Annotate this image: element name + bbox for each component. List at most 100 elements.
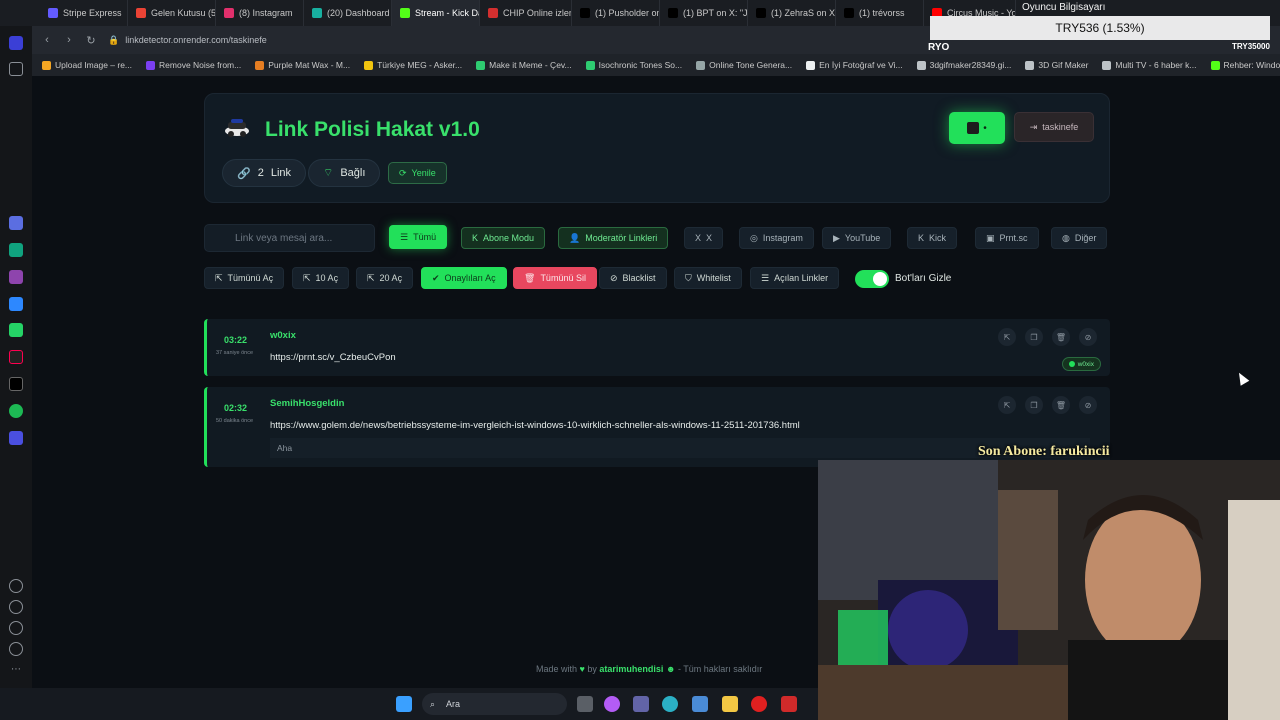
windows-start-icon[interactable] [396,696,412,712]
opened-links-label: Açılan Linkler [774,273,829,283]
delete-link-button[interactable]: 🗑 [1052,328,1070,346]
bookmark-item[interactable]: 3D Gif Maker [1025,60,1088,70]
filter-other-button[interactable]: ◍ Diğer [1051,227,1108,249]
open-approved-button[interactable]: ✔ Onaylıları Aç [421,267,507,289]
filter-kick-button[interactable]: K Kick [907,227,958,249]
taskbar-search[interactable]: ⌕ Ara [422,693,567,715]
footer-author[interactable]: atarimuhendisi [599,664,663,674]
bookmark-item[interactable]: Rehber: Windows 1... [1210,60,1280,70]
ban-icon: ⊘ [1084,400,1092,410]
filter-youtube-icon: ▶ [833,232,840,243]
filter-moderator-links-button[interactable]: 👤 Moderatör Linkleri [558,227,669,249]
browser-tab[interactable]: CHIP Online izlene [480,0,572,26]
tiktok-icon[interactable] [9,350,23,364]
copy-link-button[interactable]: ❐ [1025,328,1043,346]
link-url[interactable]: https://prnt.sc/v_CzbeuCvPon [270,352,396,363]
logout-button[interactable]: ⇥ taskinefe [1014,112,1094,142]
chatgpt-icon[interactable] [9,243,23,257]
home-icon[interactable] [9,36,23,50]
bookmark-item[interactable]: Multi TV - 6 haber k... [1102,60,1197,70]
url-field[interactable]: linkdetector.onrender.com/taskinefe [125,35,267,45]
browser-tab[interactable]: (1) ZehraS on X: "E [748,0,836,26]
filter-instagram-button[interactable]: ◎ Instagram [739,227,814,249]
browser-tab[interactable]: (1) Pusholder on X [572,0,660,26]
filter-prntsc-button[interactable]: ▣ Prnt.sc [975,227,1039,249]
copilot-icon[interactable] [604,696,620,712]
browser-tab[interactable]: Stripe Express [40,0,128,26]
opera-icon[interactable] [751,696,767,712]
settings-icon[interactable] [9,621,23,635]
browser-tab[interactable]: (8) Instagram [216,0,304,26]
browser-tab[interactable]: Stream - Kick Dash [392,0,480,26]
tab-favicon-icon [580,8,590,18]
delete-link-button[interactable]: 🗑 [1052,396,1070,414]
bookmark-favicon-icon [255,60,265,70]
filter-youtube-button[interactable]: ▶ YouTube [822,227,892,249]
forward-icon[interactable]: › [60,31,78,49]
copy-link-button[interactable]: ❐ [1025,396,1043,414]
whitelist-button[interactable]: ⛉ Whitelist [674,267,742,289]
bookmark-item[interactable]: Make it Meme - Çev... [476,60,572,70]
bookmark-item[interactable]: Türkiye MEG - Asker... [364,60,462,70]
bookmark-item[interactable]: En İyi Fotoğraf ve Vi... [806,60,903,70]
bookmark-label: Isochronic Tones So... [598,60,683,70]
refresh-button[interactable]: ⟳ Yenile [388,162,447,184]
filter-subscriber-mode-button[interactable]: K Abone Modu [461,227,546,249]
link-url[interactable]: https://www.golem.de/news/betriebssystem… [270,420,800,431]
link-username[interactable]: SemihHosgeldin [270,398,344,409]
hide-bots-toggle[interactable] [855,270,889,288]
bookmark-item[interactable]: Isochronic Tones So... [585,60,683,70]
open-all-button[interactable]: ⇱ Tümünü Aç [204,267,285,289]
player-icon[interactable] [9,431,23,445]
x-icon[interactable] [9,377,23,391]
heart-icon[interactable] [9,579,23,593]
app-red-icon[interactable] [781,696,797,712]
whitelist-label: Whitelist [696,273,731,283]
back-icon[interactable]: ‹ [38,31,56,49]
explorer-icon[interactable] [722,696,738,712]
bookmark-item[interactable]: Online Tone Genera... [696,60,792,70]
bookmark-favicon-icon [476,60,486,70]
kick-status-button[interactable]: • [949,112,1005,144]
browser-tab[interactable]: (1) BPT on X: "Jap [660,0,748,26]
browser-tab[interactable]: (1) trévorss [836,0,924,26]
open-10-button[interactable]: ⇱ 10 Aç [292,267,350,289]
opened-links-button[interactable]: ☰ Açılan Linkler [750,267,840,289]
ban-icon: ⊘ [610,272,618,283]
history-icon[interactable] [9,600,23,614]
search-input[interactable]: Link veya mesaj ara... [204,224,375,252]
bulb-icon[interactable] [9,642,23,656]
tab-label: (8) Instagram [239,8,293,18]
edge-icon[interactable] [662,696,678,712]
aria-icon[interactable] [9,216,23,230]
tab-label: (20) Dashboard / S [327,8,391,18]
bookmark-favicon-icon [585,60,595,70]
open-link-button[interactable]: ⇱ [998,328,1016,346]
open-20-button[interactable]: ⇱ 20 Aç [356,267,414,289]
more-icon[interactable]: ⋯ [9,664,23,678]
browser-tab[interactable]: (20) Dashboard / S [304,0,392,26]
lock-icon[interactable]: 🔒 [108,35,119,46]
browser-tab[interactable]: Gelen Kutusu (516) [128,0,216,26]
app-icon[interactable] [9,270,23,284]
messenger-icon[interactable] [9,297,23,311]
task-view-icon[interactable] [577,696,593,712]
block-user-button[interactable]: ⊘ [1079,328,1097,346]
delete-all-button[interactable]: 🗑 Tümünü Sil [513,267,597,289]
whatsapp-icon[interactable] [9,323,23,337]
teams-icon[interactable] [633,696,649,712]
reload-icon[interactable]: ↻ [82,31,100,49]
bookmark-item[interactable]: 3dgifmaker28349.gi... [916,60,1011,70]
star-icon[interactable] [9,62,23,76]
bookmark-item[interactable]: Purple Mat Wax - M... [255,60,350,70]
spotify-icon[interactable] [9,404,23,418]
link-username[interactable]: w0xix [270,330,296,341]
bookmark-item[interactable]: Upload Image – re... [42,60,132,70]
bookmark-item[interactable]: Remove Noise from... [146,60,241,70]
store-icon[interactable] [692,696,708,712]
filter-all-button[interactable]: ☰ Tümü [389,225,448,249]
block-user-button[interactable]: ⊘ [1079,396,1097,414]
open-link-button[interactable]: ⇱ [998,396,1016,414]
blacklist-button[interactable]: ⊘ Blacklist [599,267,667,289]
filter-x-button[interactable]: XX [684,227,724,249]
